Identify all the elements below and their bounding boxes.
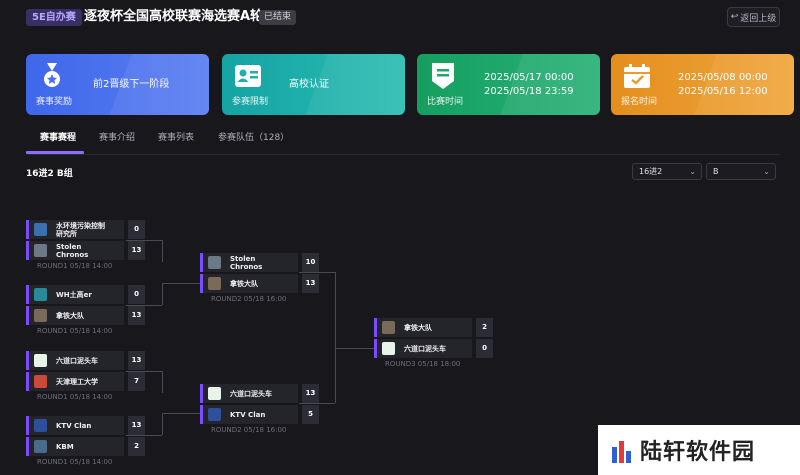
team-logo: [382, 321, 395, 334]
watermark-text: 陆轩软件园: [640, 440, 756, 465]
team-logo: [208, 277, 221, 290]
team-logo: [382, 342, 395, 355]
team-score: 13: [128, 306, 145, 325]
team-score: 2: [128, 437, 145, 456]
bracket-team-slot[interactable]: 六道口泥头车 0: [374, 339, 493, 358]
bracket-team-slot[interactable]: 拿铁大队 13: [200, 274, 319, 293]
team-logo: [34, 309, 47, 322]
round-label: ROUND1 05/18 14:00: [37, 458, 113, 466]
bracket-team-slot[interactable]: WH土高er 0: [26, 285, 145, 304]
bracket-team-slot[interactable]: KBM 2: [26, 437, 145, 456]
team-name: 水环境污染控制研究所: [56, 221, 105, 238]
bracket: 水环境污染控制研究所 0 Stolen Chronos 13 ROUND1 05…: [0, 0, 800, 475]
team-name: KTV Clan: [230, 410, 266, 419]
team-score: 13: [128, 416, 145, 435]
team-name: Stolen Chronos: [230, 254, 263, 271]
team-name: Stolen Chronos: [56, 242, 89, 259]
bracket-team-slot[interactable]: 拿铁大队 13: [26, 306, 145, 325]
team-name: KBM: [56, 442, 74, 451]
round-label: ROUND1 05/18 14:00: [37, 393, 113, 401]
round-label: ROUND3 05/18 18:00: [385, 360, 461, 368]
team-name: 六道口泥头车: [404, 344, 446, 353]
team-logo: [34, 440, 47, 453]
team-name: WH土高er: [56, 290, 92, 299]
team-name: 拿铁大队: [56, 311, 84, 320]
team-name: 拿铁大队: [404, 323, 432, 332]
team-score: 0: [128, 285, 145, 304]
team-score: 13: [302, 384, 319, 403]
team-logo: [208, 408, 221, 421]
bracket-team-slot[interactable]: KTV Clan 13: [26, 416, 145, 435]
round-label: ROUND2 05/18 16:00: [211, 295, 287, 303]
team-name: 天津理工大学: [56, 377, 98, 386]
team-logo: [34, 244, 47, 257]
team-logo: [34, 375, 47, 388]
team-logo: [34, 419, 47, 432]
bracket-team-slot[interactable]: Stolen Chronos 13: [26, 241, 145, 260]
bracket-team-slot[interactable]: 六道口泥头车 13: [200, 384, 319, 403]
team-score: 0: [476, 339, 493, 358]
team-score: 7: [128, 372, 145, 391]
team-score: 5: [302, 405, 319, 424]
team-score: 13: [128, 241, 145, 260]
bracket-team-slot[interactable]: 拿铁大队 2: [374, 318, 493, 337]
round-label: ROUND1 05/18 14:00: [37, 262, 113, 270]
watermark: 陆轩软件园: [598, 425, 800, 475]
team-score: 13: [128, 351, 145, 370]
watermark-logo-icon: [612, 437, 634, 463]
team-logo: [34, 288, 47, 301]
team-logo: [208, 387, 221, 400]
team-score: 2: [476, 318, 493, 337]
bracket-team-slot[interactable]: Stolen Chronos 10: [200, 253, 319, 272]
bracket-team-slot[interactable]: 天津理工大学 7: [26, 372, 145, 391]
team-logo: [34, 354, 47, 367]
team-name: KTV Clan: [56, 421, 92, 430]
team-logo: [208, 256, 221, 269]
team-logo: [34, 223, 47, 236]
round-label: ROUND2 05/18 16:00: [211, 426, 287, 434]
bracket-team-slot[interactable]: 六道口泥头车 13: [26, 351, 145, 370]
team-score: 0: [128, 220, 145, 239]
team-score: 13: [302, 274, 319, 293]
team-name: 六道口泥头车: [56, 356, 98, 365]
team-score: 10: [302, 253, 319, 272]
team-name: 六道口泥头车: [230, 389, 272, 398]
team-name: 拿铁大队: [230, 279, 258, 288]
bracket-team-slot[interactable]: 水环境污染控制研究所 0: [26, 220, 145, 239]
bracket-team-slot[interactable]: KTV Clan 5: [200, 405, 319, 424]
round-label: ROUND1 05/18 14:00: [37, 327, 113, 335]
